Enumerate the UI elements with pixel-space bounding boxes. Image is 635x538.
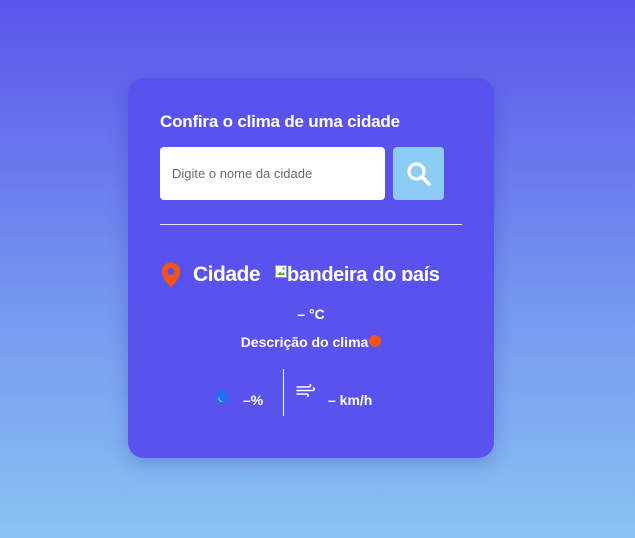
wind-group: – km/h	[296, 383, 372, 408]
wind-value: – km/h	[328, 392, 373, 408]
humidity-value: –%	[243, 392, 264, 408]
section-divider	[160, 224, 462, 225]
metric-divider	[283, 369, 284, 416]
city-name: Cidade	[193, 263, 261, 286]
flag-alt-text: bandeira do país	[287, 264, 440, 281]
weather-card: Confira o clima de uma cidade Cidade ban…	[128, 78, 494, 458]
temperature: – °C	[297, 306, 325, 322]
broken-image-icon	[275, 265, 287, 278]
location-row: Cidade	[161, 260, 261, 290]
city-search-input[interactable]	[160, 147, 385, 200]
card-title: Confira o clima de uma cidade	[160, 112, 400, 131]
humidity-group: –%	[215, 382, 263, 408]
map-pin-icon	[161, 262, 181, 288]
description-row: Descrição do clima	[128, 334, 494, 350]
search-button[interactable]	[393, 147, 444, 200]
country-flag-image: bandeira do país	[275, 264, 463, 281]
weather-description: Descrição do clima	[240, 334, 369, 350]
water-drop-icon	[216, 387, 228, 403]
search-icon	[406, 161, 431, 186]
wind-icon	[296, 384, 315, 397]
weather-icon	[369, 335, 382, 347]
